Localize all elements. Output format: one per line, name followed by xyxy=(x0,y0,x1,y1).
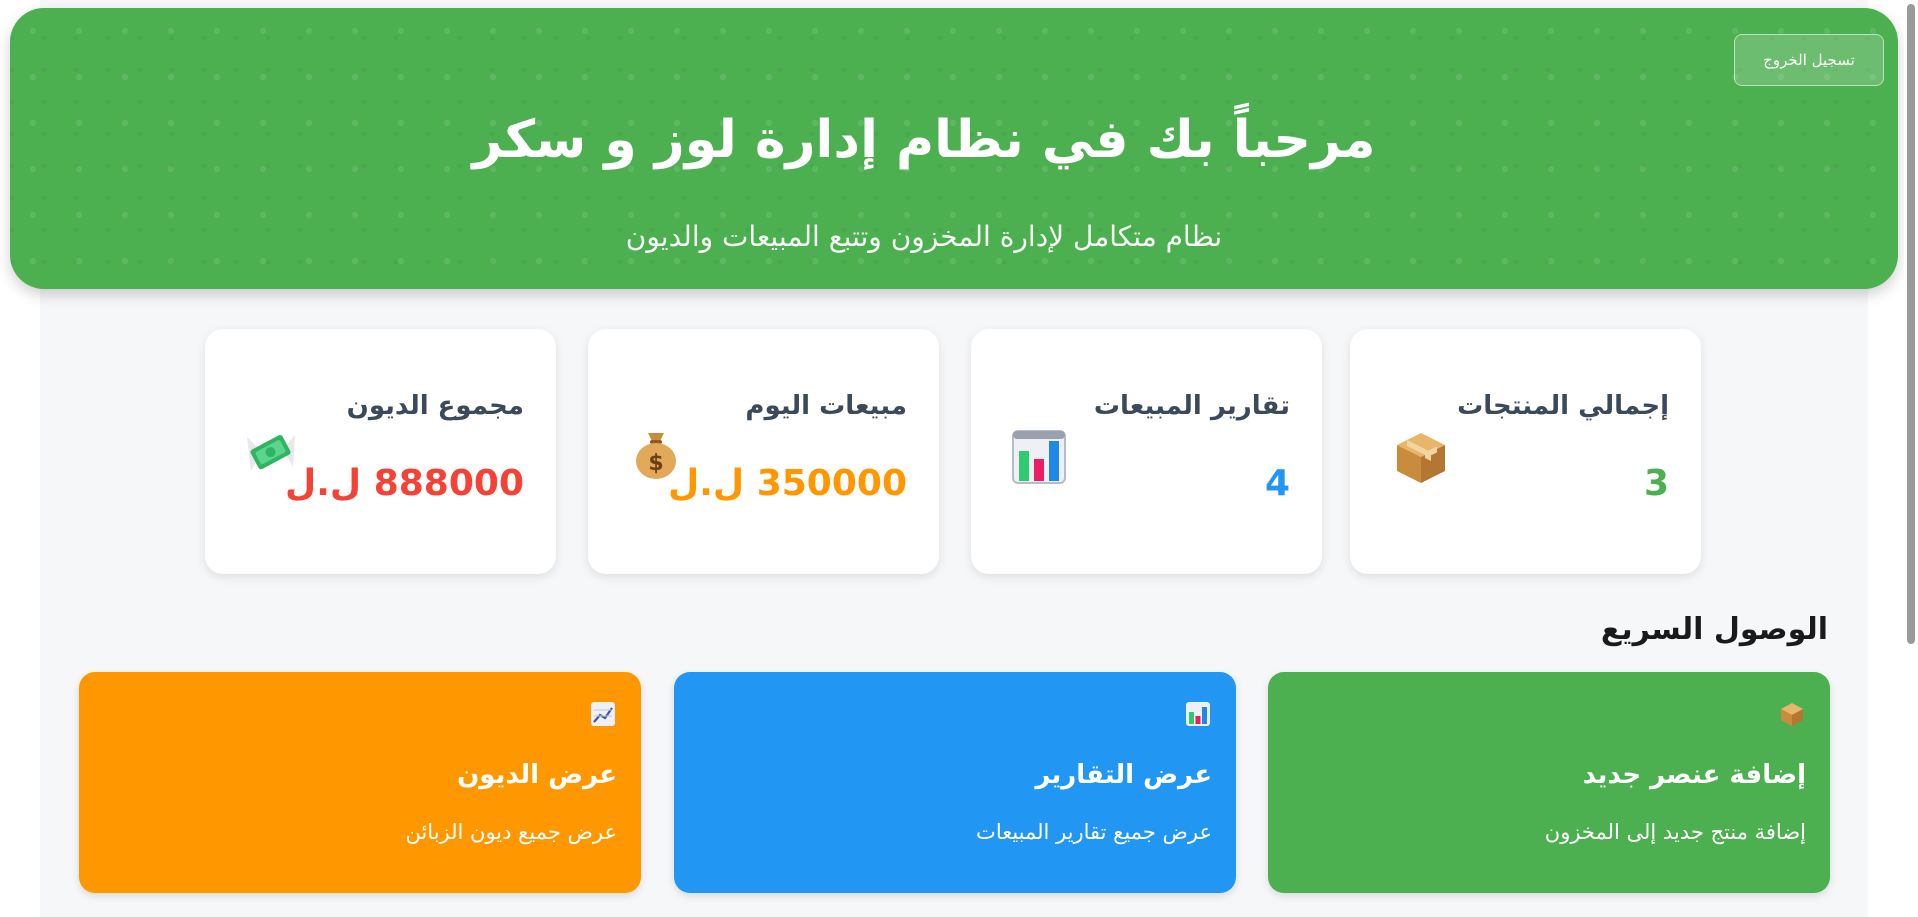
stat-value: 350000 ل.ل xyxy=(668,463,907,504)
quick-card-title: عرض الديون xyxy=(457,760,617,790)
stat-card-products: إجمالي المنتجات 3 xyxy=(1350,329,1701,574)
stat-label: مبيعات اليوم xyxy=(745,391,907,421)
bar-chart-icon xyxy=(1186,702,1210,726)
logout-button[interactable]: تسجيل الخروج xyxy=(1734,34,1884,86)
stat-card-reports: تقارير المبيعات 4 xyxy=(971,329,1322,574)
quick-card-desc: إضافة منتج جديد إلى المخزون xyxy=(1544,820,1806,844)
money-wings-icon xyxy=(247,435,295,471)
quick-card-desc: عرض جميع تقارير المبيعات xyxy=(976,820,1212,844)
quick-card-title: إضافة عنصر جديد xyxy=(1582,760,1806,790)
quick-card-desc: عرض جميع ديون الزبائن xyxy=(405,820,617,844)
stat-value: 3 xyxy=(1643,463,1669,504)
quick-card-title: عرض التقارير xyxy=(1035,760,1212,790)
stat-value: 4 xyxy=(1264,463,1290,504)
package-icon xyxy=(1781,703,1803,726)
package-icon xyxy=(1397,433,1445,483)
welcome-header: تسجيل الخروج مرحباً بك في نظام إدارة لوز… xyxy=(10,8,1898,289)
page-subtitle: نظام متكامل لإدارة المخزون وتتبع المبيعا… xyxy=(625,220,1223,253)
scrollbar[interactable] xyxy=(1904,0,1918,917)
svg-text:$: $ xyxy=(648,451,663,476)
page-title: مرحباً بك في نظام إدارة لوز و سكر xyxy=(472,110,1376,170)
section-title-quick-access: الوصول السريع xyxy=(1600,612,1828,647)
stat-card-today-sales: مبيعات اليوم 350000 ل.ل $ xyxy=(588,329,939,574)
stat-value: 888000 ل.ل xyxy=(285,463,524,504)
bar-chart-icon xyxy=(1012,430,1066,484)
stat-label: مجموع الديون xyxy=(346,391,524,421)
scrollbar-thumb[interactable] xyxy=(1907,4,1915,644)
quick-card-view-reports[interactable]: عرض التقارير عرض جميع تقارير المبيعات xyxy=(674,672,1236,893)
quick-card-add-item[interactable]: إضافة عنصر جديد إضافة منتج جديد إلى المخ… xyxy=(1268,672,1830,893)
money-bag-icon: $ xyxy=(636,433,676,479)
stat-label: إجمالي المنتجات xyxy=(1457,391,1669,421)
stat-card-debts: مجموع الديون 888000 ل.ل xyxy=(205,329,556,574)
stat-label: تقارير المبيعات xyxy=(1093,391,1290,421)
trend-chart-icon xyxy=(591,702,615,726)
quick-card-view-debts[interactable]: عرض الديون عرض جميع ديون الزبائن xyxy=(79,672,641,893)
